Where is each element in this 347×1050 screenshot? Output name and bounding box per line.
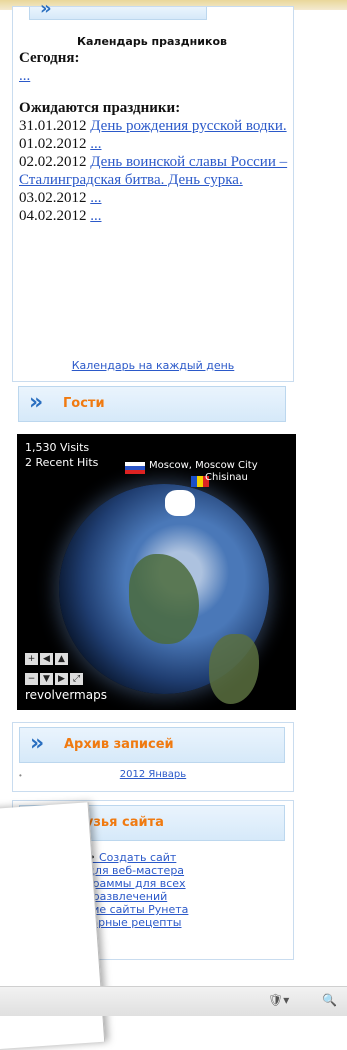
entry-link[interactable]: ... bbox=[90, 190, 101, 206]
browser-status-bar: 🛡▾ 🔍 bbox=[0, 986, 347, 1016]
double-chevron-icon: » bbox=[40, 0, 51, 19]
visits-count: 1,530 Visits bbox=[25, 441, 90, 454]
cloud-shape bbox=[165, 490, 195, 516]
calendar-entry: 02.02.2012 День воинской славы России – … bbox=[19, 153, 291, 189]
calendar-footer-link[interactable]: Календарь на каждый день bbox=[13, 359, 293, 372]
upcoming-label: Ожидаются праздники: bbox=[19, 100, 181, 116]
security-zone-icon[interactable]: 🛡▾ bbox=[268, 993, 289, 1007]
entry-date: 03.02.2012 bbox=[19, 190, 87, 206]
calendar-entry: 31.01.2012 День рождения русской водки. bbox=[19, 117, 291, 135]
archive-item[interactable]: 2012 Январь bbox=[13, 769, 293, 780]
zoom-out-icon[interactable]: − bbox=[25, 673, 38, 685]
recent-hits: 2 Recent Hits bbox=[25, 456, 99, 469]
double-chevron-icon: » bbox=[29, 390, 43, 415]
rotate-up-icon[interactable]: ▲ bbox=[55, 653, 68, 665]
calendar-entry: 01.02.2012 ... bbox=[19, 135, 291, 153]
entry-date: 04.02.2012 bbox=[19, 208, 87, 224]
holiday-calendar-panel: » Календарь праздников Сегодня: ... Ожид… bbox=[12, 0, 294, 382]
visitor-map-widget[interactable]: 1,530 Visits 2 Recent Hits Moscow, Mosco… bbox=[17, 434, 296, 710]
calendar-header-strip: » bbox=[29, 0, 207, 20]
location-moscow: Moscow, Moscow City bbox=[149, 460, 258, 471]
fullscreen-icon[interactable]: ⤢ bbox=[70, 673, 83, 685]
entry-date: 02.02.2012 bbox=[19, 154, 87, 170]
hit-locations: Moscow, Moscow City Chisinau bbox=[149, 460, 258, 484]
entry-link[interactable]: День рождения русской водки. bbox=[90, 118, 286, 134]
zoom-in-icon[interactable]: + bbox=[25, 653, 38, 665]
today-link[interactable]: ... bbox=[19, 68, 30, 84]
today-label: Сегодня: bbox=[19, 50, 80, 66]
archive-header: » Архив записей bbox=[19, 727, 285, 763]
zoom-icon[interactable]: 🔍 bbox=[322, 993, 337, 1007]
guests-header: » Гости bbox=[18, 386, 286, 422]
archive-title: Архив записей bbox=[64, 737, 174, 752]
entry-link[interactable]: ... bbox=[90, 208, 101, 224]
archive-panel: » Архив записей • 2012 Январь bbox=[12, 722, 294, 792]
rotate-left-icon[interactable]: ◀ bbox=[40, 653, 53, 665]
guests-title: Гости bbox=[63, 396, 105, 411]
double-chevron-icon: » bbox=[30, 731, 44, 756]
calendar-entry: 03.02.2012 ... bbox=[19, 189, 291, 207]
rotate-down-icon[interactable]: ▼ bbox=[40, 673, 53, 685]
entry-link[interactable]: ... bbox=[90, 136, 101, 152]
revolvermaps-brand[interactable]: revolvermaps bbox=[25, 688, 107, 702]
entry-date: 01.02.2012 bbox=[19, 136, 87, 152]
rotate-right-icon[interactable]: ▶ bbox=[55, 673, 68, 685]
location-chisinau: Chisinau bbox=[205, 472, 248, 483]
calendar-entry: 04.02.2012 ... bbox=[19, 207, 291, 225]
globe-image bbox=[59, 484, 269, 704]
visitor-stats: 1,530 Visits 2 Recent Hits bbox=[25, 440, 98, 470]
calendar-body: Сегодня: ... Ожидаются праздники: 31.01.… bbox=[19, 49, 291, 225]
russia-flag-icon bbox=[125, 462, 145, 474]
entry-date: 31.01.2012 bbox=[19, 118, 87, 134]
map-controls: + ◀ ▲ − ▼ ▶ ⤢ bbox=[25, 648, 85, 688]
guests-panel: » Гости 1,530 Visits 2 Recent Hits Mosco… bbox=[12, 382, 296, 712]
calendar-title: Календарь праздников bbox=[77, 35, 227, 48]
